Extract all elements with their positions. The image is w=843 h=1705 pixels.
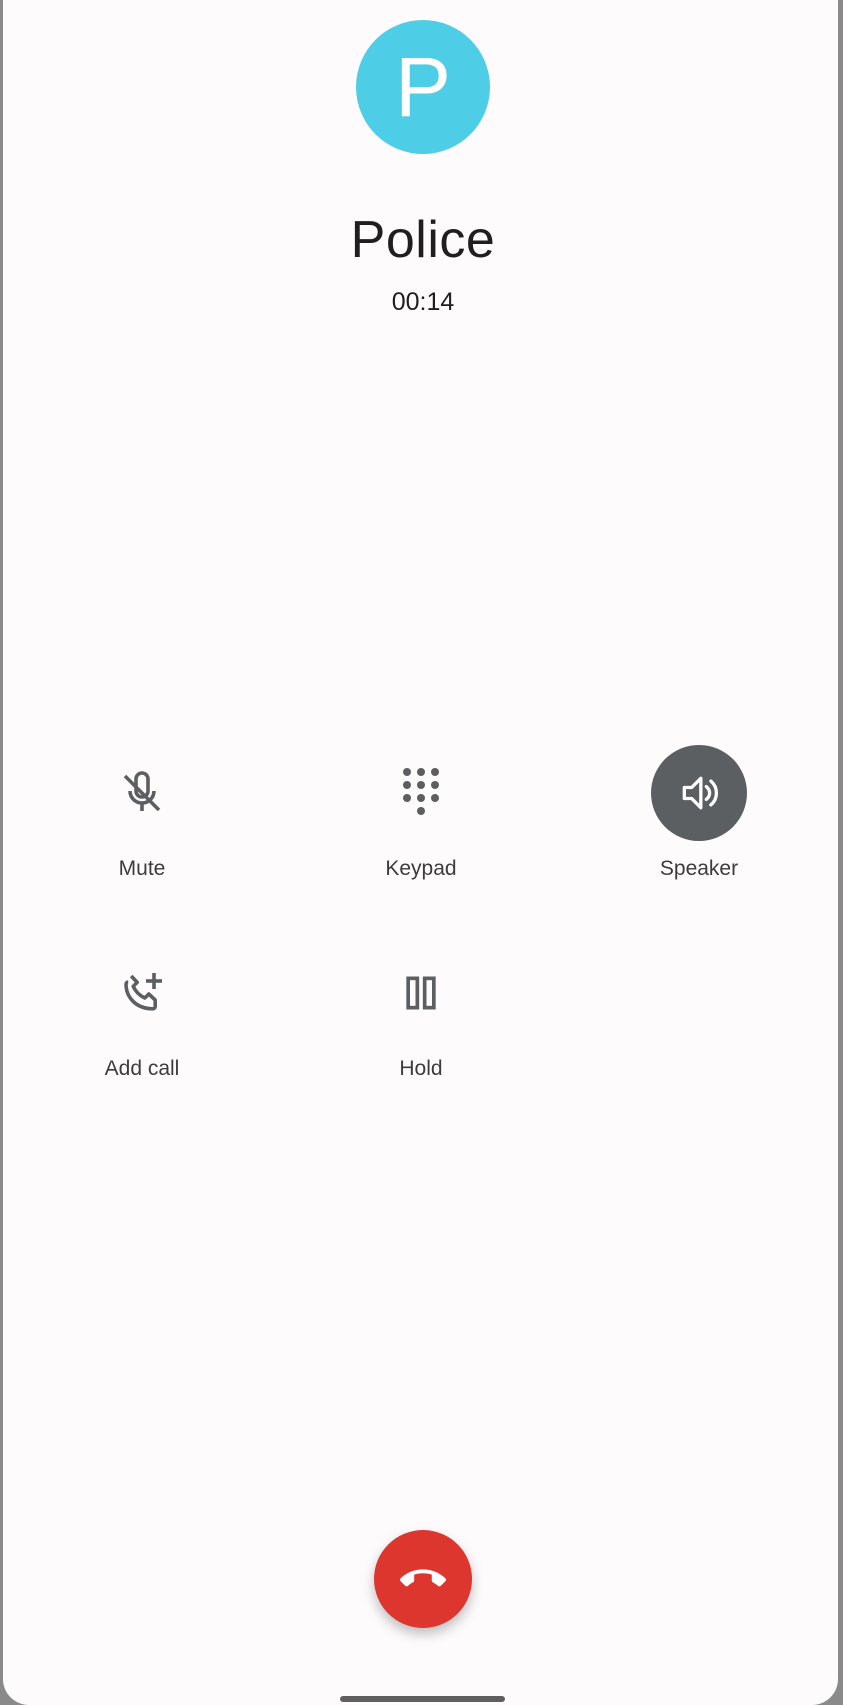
hold-icon-wrap (373, 945, 469, 1041)
add-call-label: Add call (104, 1057, 180, 1080)
pause-icon (406, 976, 436, 1010)
end-call-button[interactable] (374, 1530, 472, 1628)
speaker-icon (682, 776, 719, 810)
dialpad-icon (403, 768, 439, 815)
call-end-icon (400, 1569, 446, 1587)
contact-avatar: P (356, 20, 490, 154)
keypad-label: Keypad (385, 857, 457, 880)
add-call-button[interactable]: Add call (42, 945, 242, 1115)
mute-icon-wrap (94, 745, 190, 841)
keypad-button[interactable]: Keypad (321, 745, 521, 915)
hold-button[interactable]: Hold (321, 945, 521, 1115)
in-call-screen: P Police 00:14 Mute Keypad Speaker Add c… (3, 0, 838, 1705)
call-duration: 00:14 (391, 288, 455, 316)
mute-button[interactable]: Mute (42, 745, 242, 915)
navigation-handle[interactable] (340, 1696, 505, 1702)
hold-label: Hold (399, 1057, 443, 1080)
mute-label: Mute (118, 857, 166, 880)
add-call-icon (124, 973, 162, 1011)
speaker-button[interactable]: Speaker (599, 745, 799, 915)
speaker-icon-wrap (651, 745, 747, 841)
keypad-icon-wrap (373, 745, 469, 841)
add-call-icon-wrap (94, 945, 190, 1041)
speaker-label: Speaker (659, 857, 739, 880)
avatar-initial: P (394, 40, 452, 134)
contact-name: Police (350, 211, 496, 269)
mic-off-icon (123, 771, 161, 812)
